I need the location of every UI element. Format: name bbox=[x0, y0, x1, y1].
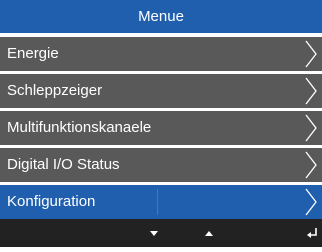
chevron-right-icon bbox=[305, 40, 317, 68]
chevron-right-icon bbox=[305, 77, 317, 105]
menu-item-digital-io-status[interactable]: Digital I/O Status bbox=[0, 148, 322, 182]
menu-item-label: Konfiguration bbox=[7, 193, 96, 210]
menu-item-konfiguration[interactable]: Konfiguration bbox=[0, 185, 322, 219]
softkey-bar bbox=[0, 219, 322, 247]
menu-item-multifunktionskanaele[interactable]: Multifunktionskanaele bbox=[0, 111, 322, 145]
menu-item-schleppzeiger[interactable]: Schleppzeiger bbox=[0, 74, 322, 108]
enter-icon bbox=[307, 228, 317, 238]
menu-item-label: Energie bbox=[7, 45, 59, 62]
chevron-right-icon bbox=[305, 114, 317, 142]
selection-divider bbox=[157, 189, 158, 215]
menu-item-label: Multifunktionskanaele bbox=[7, 119, 152, 136]
softkey-down[interactable] bbox=[134, 219, 174, 247]
chevron-right-icon bbox=[305, 188, 317, 216]
page-title: Menue bbox=[0, 0, 322, 35]
menu-item-energie[interactable]: Energie bbox=[0, 37, 322, 71]
menu-item-label: Digital I/O Status bbox=[7, 156, 120, 173]
arrow-up-icon bbox=[205, 231, 213, 236]
menu-item-label: Schleppzeiger bbox=[7, 82, 103, 99]
device-screen: Menue Energie Schleppzeiger Multifunktio… bbox=[0, 0, 322, 247]
arrow-down-icon bbox=[150, 231, 158, 236]
softkey-up[interactable] bbox=[189, 219, 229, 247]
softkey-enter[interactable] bbox=[282, 219, 322, 247]
chevron-right-icon bbox=[305, 151, 317, 179]
